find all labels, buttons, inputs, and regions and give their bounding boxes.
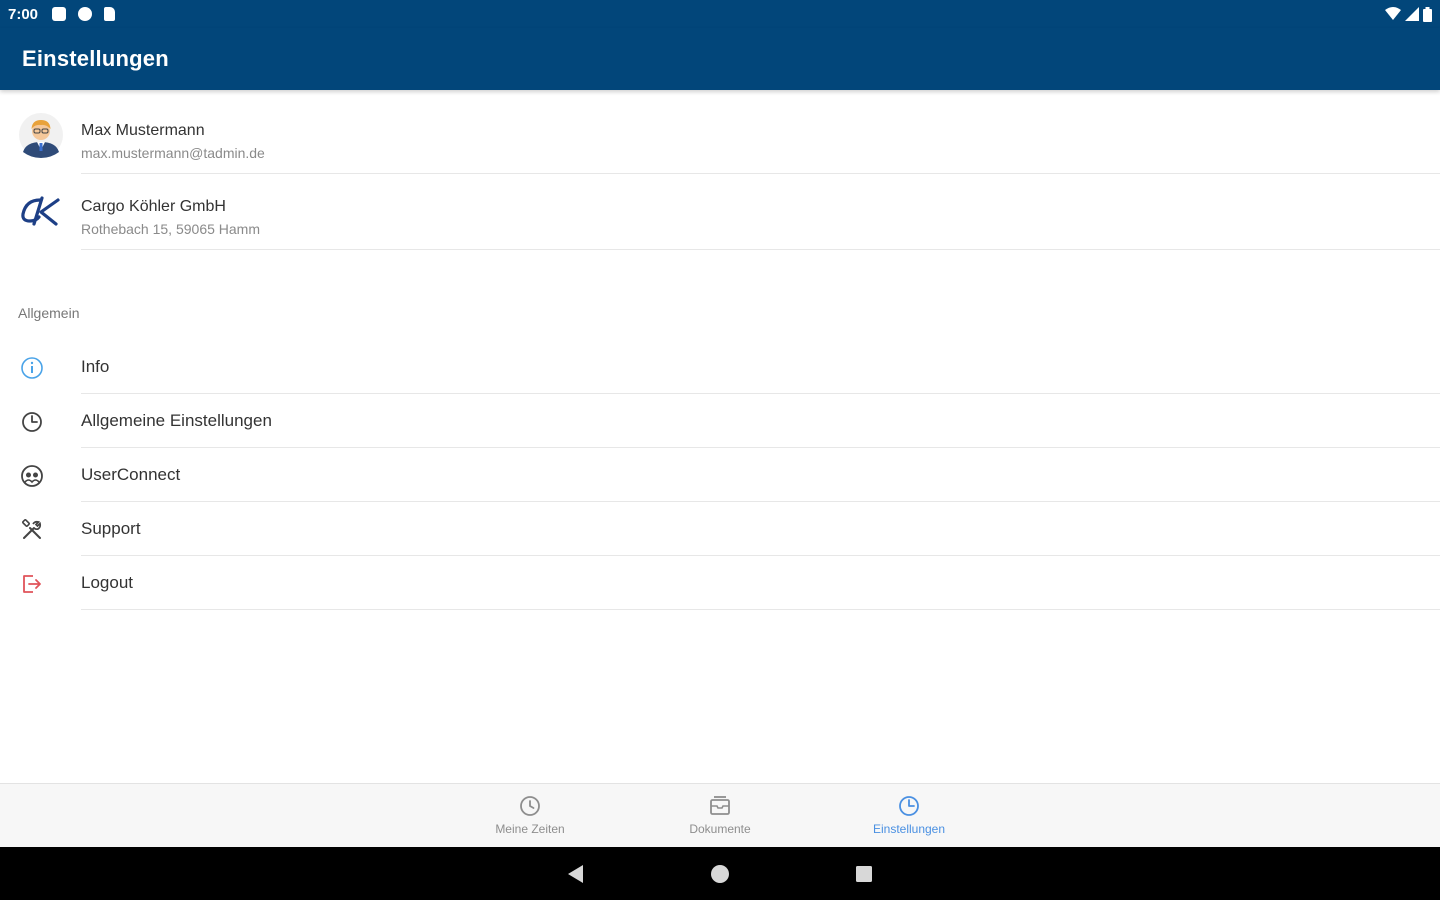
recents-icon[interactable] [851,861,877,887]
nav-item-times[interactable]: Meine Zeiten [460,794,600,836]
logout-icon [20,572,44,596]
user-name: Max Mustermann [81,122,205,139]
status-bar: 7:00 [0,0,1440,28]
signal-icon [1405,7,1419,21]
status-time: 7:00 [8,5,39,23]
company-name: Cargo Köhler GmbH [81,198,226,215]
home-icon[interactable] [707,861,733,887]
company-address: Rothebach 15, 59065 Hamm [81,221,260,237]
menu-label: Logout [81,573,133,592]
tools-icon [20,518,44,542]
wifi-icon [1385,7,1401,20]
company-logo [21,196,60,226]
status-right-icons [1385,6,1432,22]
company-row[interactable]: Cargo Köhler GmbH Rothebach 15, 59065 Ha… [0,174,1440,250]
menu-item-info[interactable]: Info [0,340,1440,394]
menu-label: Info [81,357,110,376]
clock-icon [520,796,540,816]
settings-icon [899,796,919,816]
page-title: Einstellungen [22,46,169,71]
menu-item-support[interactable]: Support [0,502,1440,556]
menu-item-general-settings[interactable]: Allgemeine Einstellungen [0,394,1440,448]
document-icon [710,796,730,815]
avatar [19,113,63,158]
section-label: Allgemein [18,305,80,321]
notification-icon [52,7,67,21]
sd-card-icon [104,7,116,21]
user-account-row[interactable]: Max Mustermann max.mustermann@tadmin.de [0,98,1440,174]
menu-item-logout[interactable]: Logout [0,556,1440,610]
menu-label: UserConnect [81,465,181,484]
app-icon [78,7,93,21]
nav-label: Dokumente [689,822,751,836]
menu-item-userconnect[interactable]: UserConnect [0,448,1440,502]
nav-item-settings[interactable]: Einstellungen [839,794,979,836]
settings-icon [20,410,44,434]
system-navigation-bar [0,847,1440,900]
settings-content: Max Mustermann max.mustermann@tadmin.de … [0,90,1440,783]
divider [81,249,1440,250]
app-bar: Einstellungen [0,28,1440,90]
divider [81,609,1440,610]
user-email: max.mustermann@tadmin.de [81,145,265,161]
bottom-navigation: Meine Zeiten Dokumente Einstellungen [0,783,1440,847]
nav-label: Einstellungen [872,822,946,836]
battery-icon [1423,6,1432,22]
userconnect-icon [20,464,44,488]
menu-label: Support [81,519,141,538]
menu-label: Allgemeine Einstellungen [81,411,272,430]
nav-label: Meine Zeiten [495,822,565,836]
info-icon [20,356,44,380]
back-icon[interactable] [563,861,589,887]
nav-item-documents[interactable]: Dokumente [650,794,790,836]
